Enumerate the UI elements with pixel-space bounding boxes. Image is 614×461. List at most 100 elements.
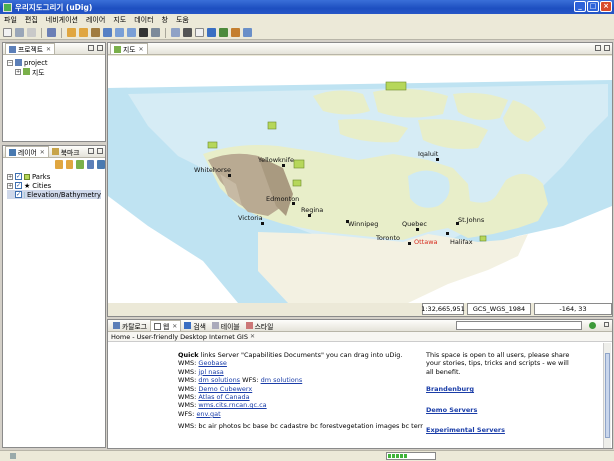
menu-navigation[interactable]: 네비게이션: [46, 15, 78, 25]
maximize-button[interactable]: □: [587, 1, 599, 12]
move-down-icon[interactable]: [65, 160, 74, 169]
menu-help[interactable]: 도움: [176, 15, 189, 25]
layer-visibility-checkbox[interactable]: ✓: [15, 182, 22, 189]
minimize-button[interactable]: _: [574, 1, 586, 12]
remove-layer-icon[interactable]: [86, 160, 95, 169]
link-wms-cits[interactable]: wms.cits.rncan.gc.ca: [198, 401, 266, 409]
tab-web[interactable]: 웹 ✕: [150, 320, 182, 331]
toolbar-separator: [41, 27, 42, 38]
select-tool-icon[interactable]: [195, 28, 204, 37]
browser-scrollbar[interactable]: [603, 343, 611, 448]
minimize-view-icon[interactable]: [595, 45, 601, 51]
catalog-icon: [113, 322, 120, 329]
close-button[interactable]: ×: [600, 1, 612, 12]
close-icon[interactable]: ✕: [250, 333, 255, 340]
right-intro-text: This space is open to all users, please …: [426, 351, 570, 376]
crs-display[interactable]: GCS_WGS_1984: [467, 303, 531, 315]
new-icon[interactable]: [3, 28, 12, 37]
menu-window[interactable]: 창: [162, 15, 168, 25]
save-icon[interactable]: [27, 28, 36, 37]
expand-icon[interactable]: +: [7, 173, 13, 180]
map-icon: [114, 45, 121, 53]
layer-item-cities[interactable]: + ✓ ★ Cities: [7, 181, 101, 190]
minimize-view-icon[interactable]: [88, 148, 94, 154]
link-demo-servers[interactable]: Demo Servers: [426, 406, 576, 414]
tree-item-map[interactable]: + 지도: [7, 67, 101, 77]
link-demo-cubewerx[interactable]: Demo Cubewerx: [198, 385, 252, 393]
create-tool-icon[interactable]: [231, 28, 240, 37]
zoom-out-icon[interactable]: [127, 28, 136, 37]
menu-data[interactable]: 데이터: [134, 15, 153, 25]
link-atlas-of-canada[interactable]: Atlas of Canada: [198, 393, 249, 401]
quick-links-intro: Quick links Server "Capabilities Documen…: [178, 351, 408, 359]
close-icon[interactable]: ✕: [46, 46, 51, 53]
maximize-view-icon[interactable]: [97, 45, 103, 51]
info-tool-icon[interactable]: [207, 28, 216, 37]
zoom-in-icon[interactable]: [115, 28, 124, 37]
other-tool-icon[interactable]: [243, 28, 252, 37]
layer-properties-icon[interactable]: [97, 160, 105, 169]
edit-tool-icon[interactable]: [219, 28, 228, 37]
expand-icon[interactable]: +: [7, 182, 13, 189]
menu-map[interactable]: 지도: [113, 15, 126, 25]
layer-item-elevation[interactable]: ✓ Elevation/Bathymetry: [7, 190, 101, 199]
menu-file[interactable]: 파일: [4, 15, 17, 25]
url-input[interactable]: [456, 321, 582, 330]
menu-layer[interactable]: 레이어: [86, 15, 105, 25]
tab-map[interactable]: 지도 ✕: [110, 43, 148, 54]
tab-bookmarks[interactable]: 북마크: [49, 146, 83, 157]
bottom-panel: 카탈로그 웹 ✕ 검색 테이블 스타일 Home - User-friendly…: [107, 319, 613, 449]
zoom-extent-icon[interactable]: [103, 28, 112, 37]
link-geobase[interactable]: Geobase: [198, 359, 227, 367]
back-icon[interactable]: [67, 28, 76, 37]
link-experimental-servers[interactable]: Experimental Servers: [426, 426, 576, 434]
tab-search[interactable]: 검색: [181, 320, 209, 331]
tab-catalog-label: 카탈로그: [122, 322, 148, 331]
link-dm-solutions-wfs[interactable]: dm solutions: [261, 376, 303, 384]
city-label-toronto: Toronto: [375, 234, 400, 242]
scale-display[interactable]: 1:32,665,951: [421, 303, 465, 315]
disk-icon[interactable]: [47, 28, 56, 37]
link-jpl-nasa[interactable]: jpl nasa: [198, 368, 223, 376]
open-icon[interactable]: [15, 28, 24, 37]
forward-icon[interactable]: [79, 28, 88, 37]
menu-edit[interactable]: 편집: [25, 15, 38, 25]
zoom-tool-icon[interactable]: [171, 28, 180, 37]
city-marker: [261, 222, 264, 225]
close-icon[interactable]: ✕: [172, 323, 177, 330]
tab-style[interactable]: 스타일: [243, 320, 277, 331]
link-prefix: WMS:: [178, 384, 199, 393]
link-brandenburg[interactable]: Brandenburg: [426, 385, 576, 393]
layer-visibility-checkbox[interactable]: ✓: [15, 173, 22, 180]
minimize-view-icon[interactable]: [604, 322, 609, 327]
link-separator: WFS:: [240, 376, 261, 385]
layer-visibility-checkbox[interactable]: ✓: [15, 191, 22, 198]
go-icon[interactable]: [589, 322, 596, 329]
edit-icon[interactable]: [151, 28, 160, 37]
pan-icon[interactable]: [91, 28, 100, 37]
projects-panel-header: 프로젝트 ✕: [3, 43, 105, 55]
close-icon[interactable]: ✕: [139, 46, 144, 53]
scrollbar-thumb[interactable]: [605, 353, 610, 438]
add-layer-icon[interactable]: [76, 160, 84, 169]
layer-item-parks[interactable]: + ✓ Parks: [7, 172, 101, 181]
maximize-view-icon[interactable]: [604, 45, 610, 51]
expand-icon[interactable]: +: [15, 68, 21, 75]
map-canvas[interactable]: Yellowknife Whitehorse Iqaluit Edmonton …: [108, 56, 612, 303]
tab-catalog[interactable]: 카탈로그: [110, 320, 150, 331]
move-up-icon[interactable]: [55, 160, 63, 169]
link-dm-solutions-wms[interactable]: dm solutions: [198, 376, 240, 384]
tab-layers[interactable]: 레이어 ✕: [5, 146, 49, 157]
minimize-view-icon[interactable]: [88, 45, 94, 51]
map-render[interactable]: Yellowknife Whitehorse Iqaluit Edmonton …: [108, 56, 612, 303]
grid-tool-icon[interactable]: [183, 28, 192, 37]
tab-table[interactable]: 테이블: [209, 320, 243, 331]
refresh-icon[interactable]: [139, 28, 148, 37]
maximize-view-icon[interactable]: [97, 148, 103, 154]
link-env-gat[interactable]: env.gat: [196, 410, 220, 418]
city-label-stjohns: St.Johns: [458, 216, 485, 224]
collapse-icon[interactable]: −: [7, 59, 13, 66]
tab-projects[interactable]: 프로젝트 ✕: [5, 43, 56, 54]
close-icon[interactable]: ✕: [40, 149, 45, 156]
tree-item-project[interactable]: − project: [7, 58, 101, 67]
